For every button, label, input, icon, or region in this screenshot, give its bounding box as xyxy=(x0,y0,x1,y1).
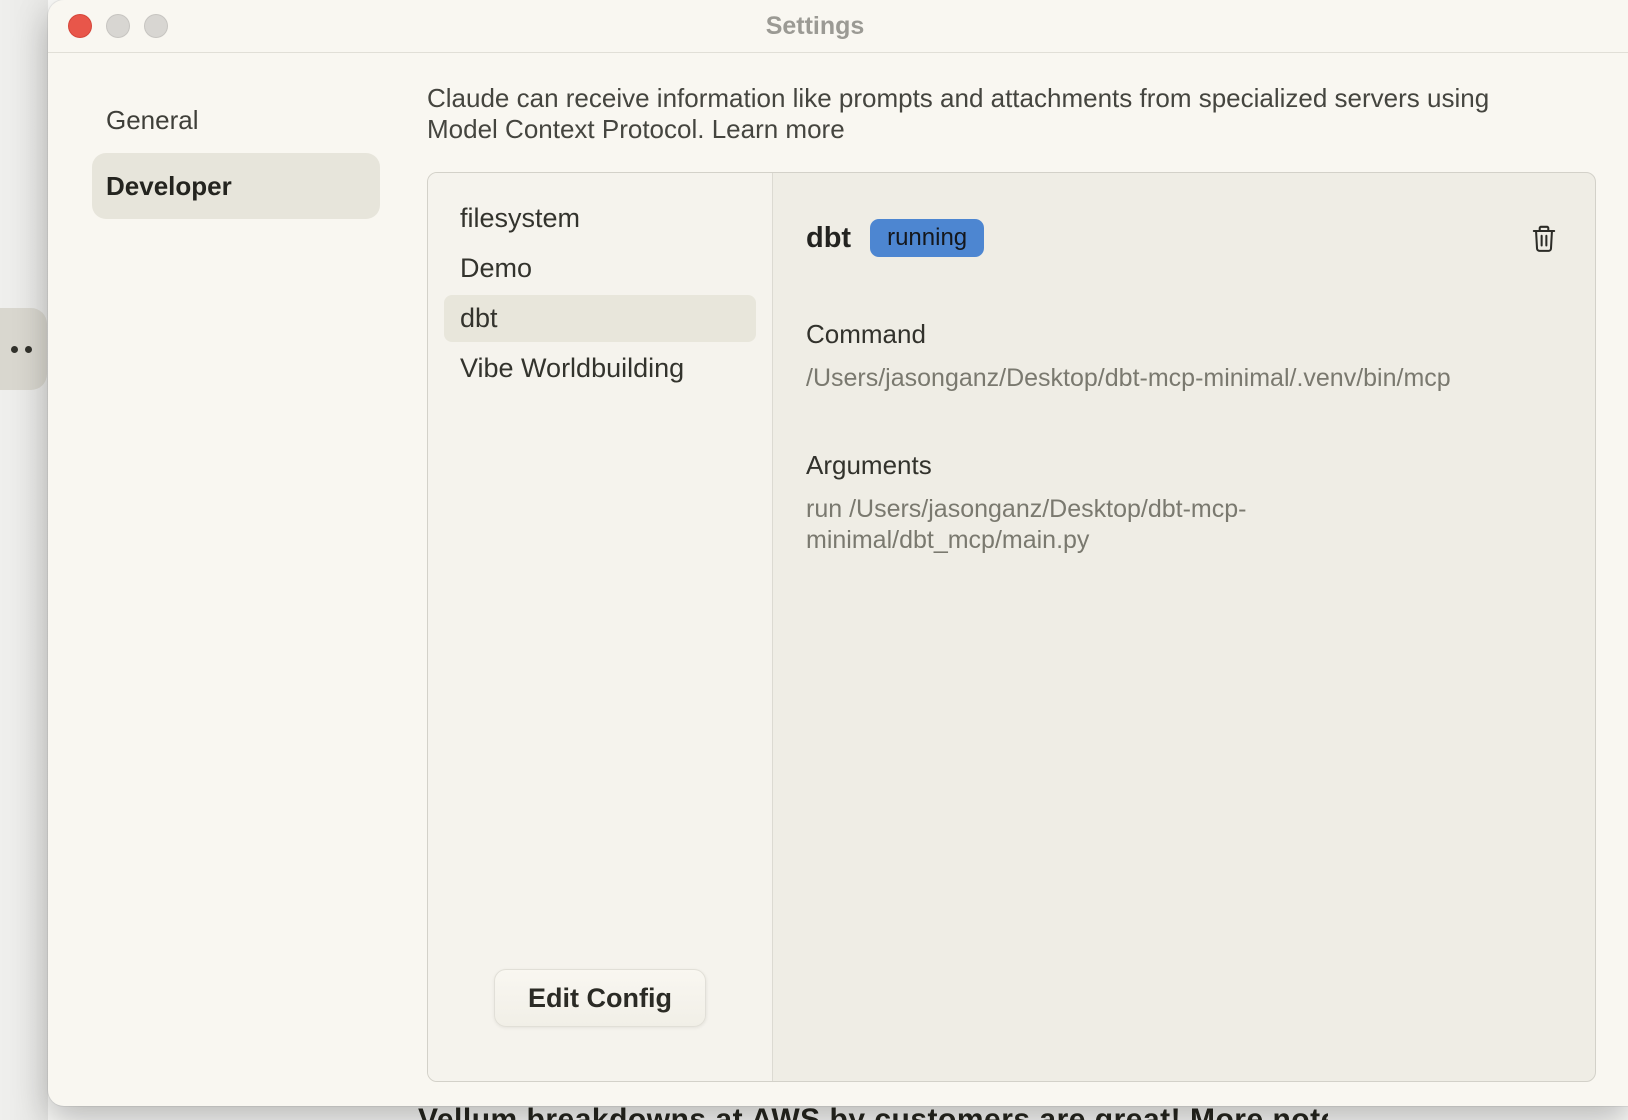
description-text: Claude can receive information like prom… xyxy=(427,83,1489,144)
sidebar-item-general[interactable]: General xyxy=(92,87,380,153)
arguments-section: Arguments run /Users/jasonganz/Desktop/d… xyxy=(806,450,1559,556)
command-value: /Users/jasonganz/Desktop/dbt-mcp-minimal… xyxy=(806,363,1506,394)
server-item-dbt[interactable]: dbt xyxy=(444,295,756,342)
background-app-strip xyxy=(0,0,48,1120)
server-item-vibe-worldbuilding[interactable]: Vibe Worldbuilding xyxy=(444,345,756,392)
command-section: Command /Users/jasonganz/Desktop/dbt-mcp… xyxy=(806,319,1559,394)
edit-config-button[interactable]: Edit Config xyxy=(494,969,706,1027)
server-name: dbt xyxy=(806,222,851,255)
server-item-label: dbt xyxy=(460,303,498,334)
arguments-label: Arguments xyxy=(806,450,1559,481)
status-badge: running xyxy=(870,219,984,257)
server-item-label: Vibe Worldbuilding xyxy=(460,353,684,384)
server-item-filesystem[interactable]: filesystem xyxy=(444,195,756,242)
server-list: filesystem Demo dbt Vibe Worldbuilding E… xyxy=(428,173,773,1081)
server-item-demo[interactable]: Demo xyxy=(444,245,756,292)
arguments-value: run /Users/jasonganz/Desktop/dbt-mcp-min… xyxy=(806,494,1506,556)
settings-window: Settings General Developer Claude can re… xyxy=(48,0,1628,1106)
sidebar-item-label: General xyxy=(106,105,199,136)
more-dots-icon[interactable] xyxy=(0,308,47,390)
server-detail-header: dbt running xyxy=(806,219,1559,257)
command-label: Command xyxy=(806,319,1559,350)
learn-more-link[interactable]: Learn more xyxy=(712,114,845,144)
mcp-servers-panel: filesystem Demo dbt Vibe Worldbuilding E… xyxy=(427,172,1596,1082)
titlebar: Settings xyxy=(48,0,1628,53)
sidebar-item-developer[interactable]: Developer xyxy=(92,153,380,219)
mcp-description: Claude can receive information like prom… xyxy=(427,83,1512,144)
window-title: Settings xyxy=(48,0,1582,53)
dot-icon xyxy=(11,346,18,353)
server-detail-pane: dbt running Command xyxy=(773,173,1595,1081)
sidebar-item-label: Developer xyxy=(106,171,232,202)
trash-icon xyxy=(1531,224,1557,253)
server-item-label: Demo xyxy=(460,253,532,284)
settings-sidebar: General Developer xyxy=(92,87,380,219)
dot-icon xyxy=(25,346,32,353)
delete-server-button[interactable] xyxy=(1529,222,1559,255)
server-item-label: filesystem xyxy=(460,203,580,234)
